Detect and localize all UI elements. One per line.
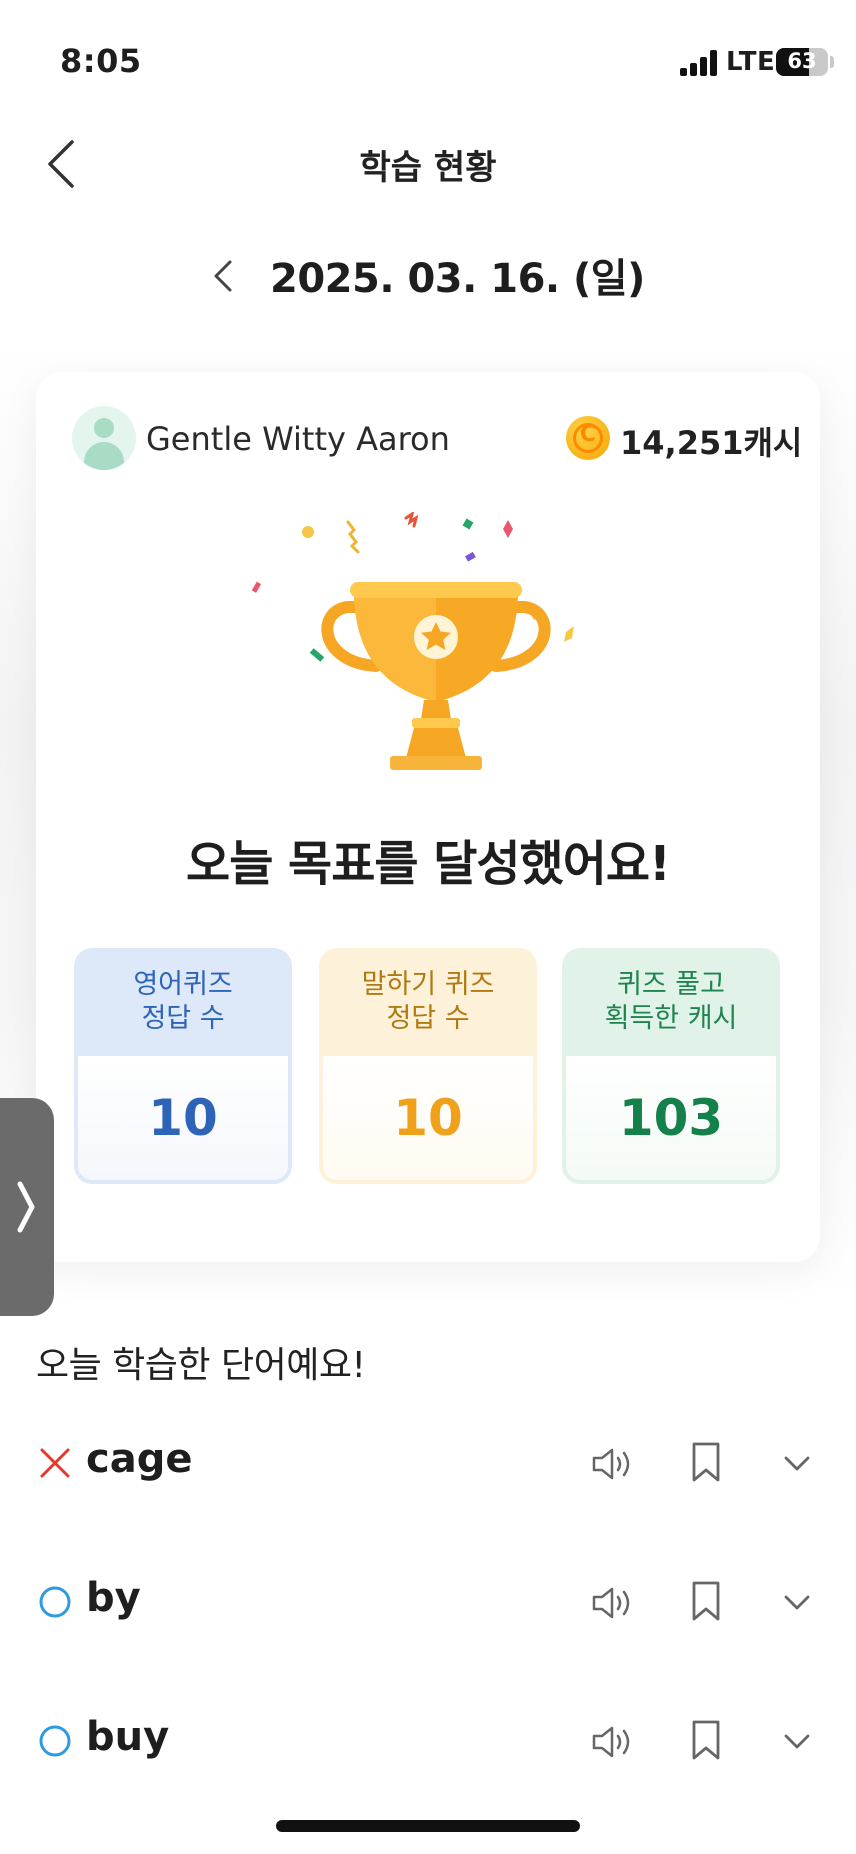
chevron-down-icon [784,1734,810,1749]
bookmark-button[interactable] [690,1718,722,1762]
trophy-icon [251,512,574,770]
bookmark-icon [692,1720,720,1760]
expand-button[interactable] [782,1726,812,1756]
bookmark-button[interactable] [690,1440,722,1484]
correct-mark-icon [39,1586,71,1618]
daily-summary-card: Gentle Witty Aaron C 14,251캐시 오늘 목표를 달성했… [36,372,820,1262]
speaker-icon [592,1726,630,1758]
cash-amount: 14,251캐시 [620,424,803,462]
network-label: LTE [726,47,776,77]
stat-label: 퀴즈 풀고 획득한 캐시 [604,969,738,1034]
goal-achieved-title: 오늘 목표를 달성했어요! [186,836,671,892]
wrong-mark-icon [40,1448,70,1478]
word-text: buy [86,1714,170,1760]
pronounce-button[interactable] [590,1722,636,1762]
bookmark-button[interactable] [690,1579,722,1623]
speaking-quiz-stat: 말하기 퀴즈 정답 수 10 [319,948,537,1184]
coin-letter: C [579,422,597,447]
english-quiz-stat: 영어퀴즈 정답 수 10 [74,948,292,1184]
battery-level: 63 [787,49,817,73]
chevron-down-icon [784,1456,810,1471]
signal-icon [680,50,718,76]
word-row: cage [0,1414,856,1514]
expand-button[interactable] [782,1587,812,1617]
word-text: by [86,1575,141,1621]
word-text: cage [86,1436,193,1482]
stat-value: 10 [78,1056,288,1180]
stat-label: 말하기 퀴즈 정답 수 [361,969,495,1034]
bookmark-icon [692,1581,720,1621]
bookmark-icon [692,1442,720,1482]
status-time: 8:05 [60,42,142,80]
chevron-right-icon [17,1181,35,1233]
stat-value: 103 [566,1056,776,1180]
battery-tip [830,56,834,68]
chevron-down-icon [784,1595,810,1610]
coin-icon: C [566,416,610,460]
user-name: Gentle Witty Aaron [146,420,450,458]
previous-date-button[interactable] [208,256,238,296]
word-row: buy [0,1692,856,1792]
current-date: 2025. 03. 16. (일) [270,256,645,302]
speaker-icon [592,1448,630,1480]
stat-label: 영어퀴즈 정답 수 [133,969,233,1034]
battery-icon: 63 [776,48,828,76]
chevron-left-icon [214,260,232,292]
pronounce-button[interactable] [590,1583,636,1623]
home-indicator [276,1820,580,1832]
correct-mark-icon [39,1725,71,1757]
word-row: by [0,1553,856,1653]
page-title: 학습 현황 [359,148,497,188]
side-drawer-handle[interactable] [0,1098,54,1316]
avatar [72,406,136,470]
studied-words-title: 오늘 학습한 단어예요! [36,1345,366,1386]
earned-cash-stat: 퀴즈 풀고 획득한 캐시 103 [562,948,780,1184]
stat-value: 10 [323,1056,533,1180]
expand-button[interactable] [782,1448,812,1478]
pronounce-button[interactable] [590,1444,636,1484]
speaker-icon [592,1587,630,1619]
